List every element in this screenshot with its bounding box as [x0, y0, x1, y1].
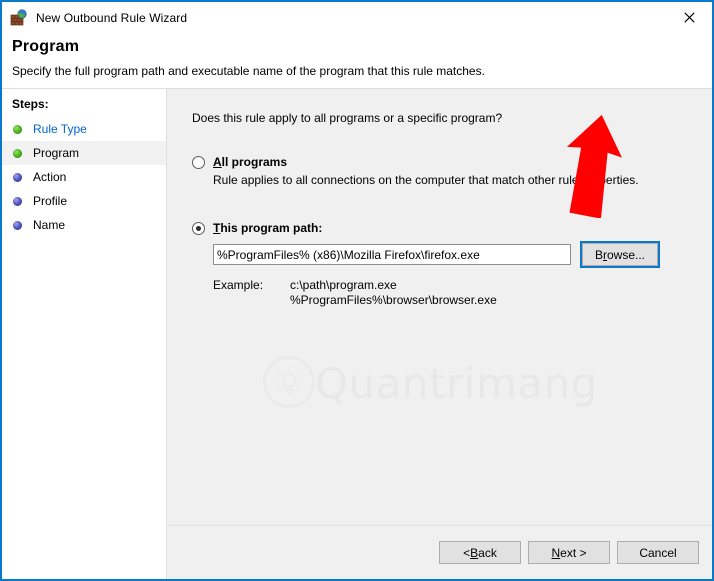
radio-program-path-icon[interactable]: [192, 222, 205, 235]
accel-char: N: [551, 545, 561, 560]
step-bullet-icon: [13, 172, 22, 182]
radio-option-program-path[interactable]: This program path:: [192, 221, 712, 235]
next-button[interactable]: Next >: [528, 541, 610, 564]
window-title: New Outbound Rule Wizard: [36, 11, 188, 25]
example-line: c:\path\program.exe: [290, 278, 397, 292]
radio-all-programs-label: All programs: [213, 155, 287, 169]
main-content: Does this rule apply to all programs or …: [167, 88, 712, 579]
lightbulb-icon: [274, 366, 304, 394]
radio-program-path-label: This program path:: [213, 221, 322, 235]
radio-all-programs-icon[interactable]: [192, 156, 205, 169]
sidebar-item-rule-type[interactable]: Rule Type: [2, 117, 166, 141]
sidebar-item-label: Rule Type: [33, 122, 87, 136]
watermark: Quantrimang: [263, 351, 597, 417]
cancel-button[interactable]: Cancel: [617, 541, 699, 564]
steps-sidebar: Steps: Rule Type Program Action Profile …: [2, 88, 167, 579]
page-subtitle: Specify the full program path and execut…: [12, 64, 485, 78]
sidebar-item-program[interactable]: Program: [2, 141, 166, 165]
close-icon[interactable]: [666, 2, 712, 32]
sidebar-item-label: Profile: [33, 194, 68, 208]
example-line: %ProgramFiles%\browser\browser.exe: [290, 293, 497, 307]
firewall-globe-icon: [10, 9, 28, 27]
page-title: Program: [12, 38, 80, 55]
watermark-text: Quantrimang: [315, 359, 598, 408]
title-bar: New Outbound Rule Wizard: [2, 2, 712, 34]
sidebar-item-label: Program: [33, 146, 80, 160]
watermark-circle-icon: [263, 356, 315, 408]
example-block: Example: c:\path\program.exe %ProgramFil…: [213, 278, 712, 308]
next-suffix: ext >: [560, 545, 587, 560]
wizard-window: New Outbound Rule Wizard Program Specify…: [0, 0, 714, 581]
steps-heading: Steps:: [12, 97, 49, 111]
program-path-row: Browse...: [213, 241, 712, 268]
sidebar-item-label: Name: [33, 218, 66, 232]
back-prefix: <: [463, 545, 471, 560]
label-rest: ll programs: [221, 155, 288, 169]
sidebar-item-action[interactable]: Action: [2, 165, 166, 189]
wizard-footer: < Back Next > Cancel: [168, 525, 712, 579]
wizard-body: Steps: Rule Type Program Action Profile …: [2, 88, 712, 579]
back-suffix: ack: [478, 545, 497, 560]
radio-option-all-programs[interactable]: All programs: [192, 155, 712, 169]
page-header: Program Specify the full program path an…: [2, 34, 712, 88]
browse-suffix: owse...: [607, 247, 646, 262]
browse-prefix: B: [594, 247, 603, 262]
sidebar-item-name[interactable]: Name: [2, 213, 166, 237]
program-path-input[interactable]: [213, 244, 571, 265]
all-programs-description: Rule applies to all connections on the c…: [213, 173, 639, 187]
step-bullet-icon: [13, 196, 22, 206]
sidebar-item-profile[interactable]: Profile: [2, 189, 166, 213]
example-label: Example:: [213, 278, 264, 292]
browse-button[interactable]: Br owse...: [580, 241, 660, 268]
step-bullet-icon: [13, 220, 22, 230]
accel-char: A: [213, 155, 222, 169]
step-bullet-icon: [13, 124, 22, 134]
example-lines: c:\path\program.exe %ProgramFiles%\brows…: [290, 278, 497, 308]
accel-char: B: [470, 545, 479, 560]
sidebar-item-label: Action: [33, 170, 67, 184]
question-text: Does this rule apply to all programs or …: [192, 111, 503, 125]
program-path-group: This program path: Browse... Example: c:…: [192, 221, 712, 308]
label-rest: his program path:: [220, 221, 323, 235]
back-button[interactable]: < Back: [439, 541, 521, 564]
step-bullet-icon: [13, 148, 22, 158]
